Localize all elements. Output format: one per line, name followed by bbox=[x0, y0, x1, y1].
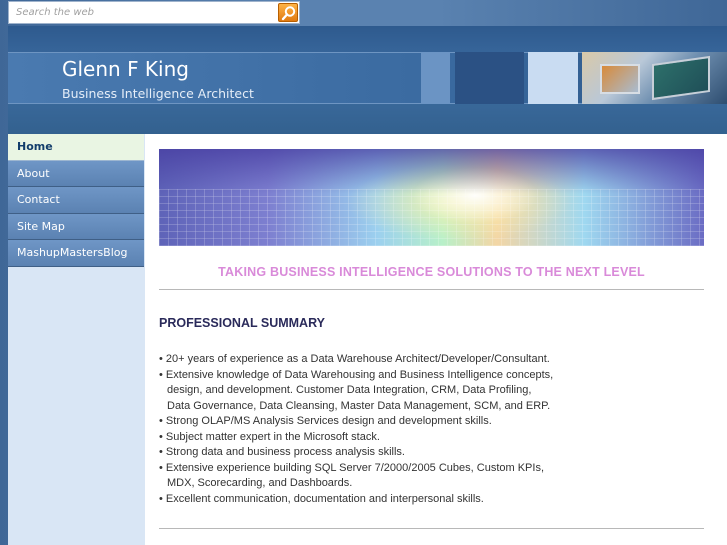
divider bbox=[159, 528, 704, 529]
list-item: Extensive knowledge of Data Warehousing … bbox=[159, 368, 704, 415]
search-input[interactable] bbox=[9, 2, 277, 23]
search-icon bbox=[281, 6, 296, 21]
header-photo-monitor bbox=[652, 55, 710, 101]
banner-grid bbox=[159, 189, 704, 246]
list-item: 20+ years of experience as a Data Wareho… bbox=[159, 352, 704, 368]
list-item: Subject matter expert in the Microsoft s… bbox=[159, 430, 704, 446]
sidebar-item-home[interactable]: Home bbox=[8, 134, 144, 161]
header-decor-block bbox=[455, 52, 524, 104]
site-title: Glenn F King bbox=[62, 57, 189, 81]
list-item: Strong data and business process analysi… bbox=[159, 445, 704, 461]
sidebar-item-contact[interactable]: Contact bbox=[8, 187, 144, 214]
header-photo-monitor bbox=[600, 64, 640, 94]
summary-list: 20+ years of experience as a Data Wareho… bbox=[159, 352, 704, 507]
header-photo bbox=[582, 52, 727, 104]
site-subtitle: Business Intelligence Architect bbox=[62, 86, 254, 101]
sidebar-item-site-map[interactable]: Site Map bbox=[8, 213, 144, 240]
sidebar-nav: Home About Contact Site Map MashupMaster… bbox=[8, 134, 145, 545]
sidebar-item-mashupmastersblog[interactable]: MashupMastersBlog bbox=[8, 240, 144, 267]
list-item: Strong OLAP/MS Analysis Services design … bbox=[159, 414, 704, 430]
header-decor-block bbox=[421, 52, 450, 104]
top-bar bbox=[0, 0, 727, 26]
main-content: TAKING BUSINESS INTELLIGENCE SOLUTIONS T… bbox=[145, 134, 727, 545]
list-item: Excellent communication, documentation a… bbox=[159, 492, 704, 508]
search-box bbox=[8, 1, 300, 24]
section-heading: PROFESSIONAL SUMMARY bbox=[159, 316, 325, 330]
hero-banner-image bbox=[159, 149, 704, 246]
tagline: TAKING BUSINESS INTELLIGENCE SOLUTIONS T… bbox=[218, 265, 645, 279]
banner-sky bbox=[159, 149, 704, 194]
divider bbox=[159, 289, 704, 290]
list-item: Extensive experience building SQL Server… bbox=[159, 461, 704, 492]
header-decor-block bbox=[528, 52, 578, 104]
search-button[interactable] bbox=[278, 3, 298, 22]
sidebar-item-about[interactable]: About bbox=[8, 160, 144, 187]
site-header: Glenn F King Business Intelligence Archi… bbox=[8, 26, 727, 134]
